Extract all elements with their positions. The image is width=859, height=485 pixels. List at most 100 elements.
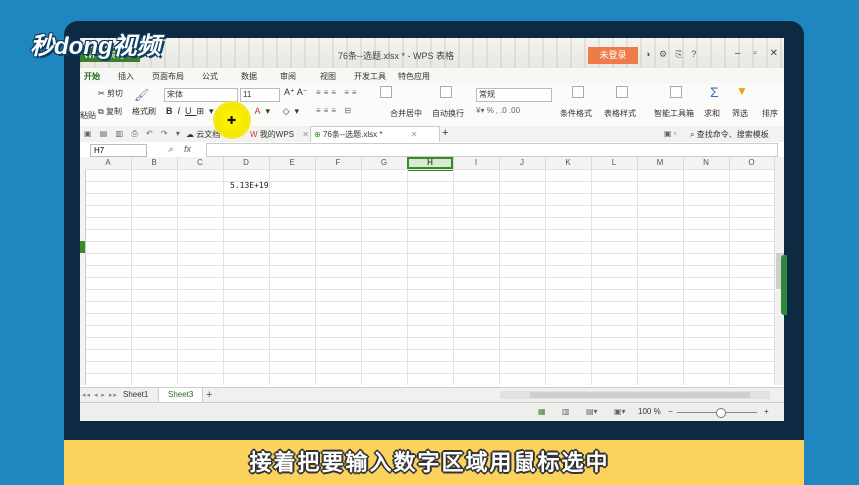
sheet-tab-sheet1[interactable]: Sheet1 (114, 388, 157, 402)
close-icon[interactable]: ✕ (302, 130, 309, 139)
close-icon[interactable]: ✕ (770, 48, 778, 59)
wrap-text-button[interactable]: 自动换行 (432, 108, 464, 119)
filter-button[interactable]: 筛选 (732, 108, 748, 119)
menu-item-page-layout[interactable]: 页面布局 (152, 71, 184, 82)
menu-item-data[interactable]: 数据 (241, 71, 257, 82)
column-header[interactable]: N (683, 157, 730, 169)
fx-icon[interactable]: fx (184, 144, 191, 154)
search-commands[interactable]: ⌕ 查找命令、搜索模板 (690, 129, 769, 140)
column-header[interactable]: I (453, 157, 500, 169)
format-painter-button[interactable]: 格式刷 (132, 106, 156, 117)
normal-view-icon[interactable]: ▦ (538, 407, 546, 416)
number-format-buttons[interactable]: ¥▾ % ‚ .0 .00 (476, 106, 520, 115)
align-buttons-2[interactable]: ≡≡≡ ⊟ (316, 106, 354, 115)
column-header[interactable]: M (637, 157, 684, 169)
login-button[interactable]: 未登录 (588, 47, 638, 64)
font-name-select[interactable]: 宋体 (164, 88, 238, 102)
quick-access-toolbar[interactable]: ▣ ▤ ▥ ⎙ ↶ ↷ ▾ (84, 129, 183, 139)
close-icon[interactable]: ✕ (411, 130, 418, 139)
copy-button[interactable]: ⧉ 复制 (98, 106, 122, 117)
menu-item-special[interactable]: 特色应用 (398, 71, 430, 82)
horizontal-scrollbar[interactable] (500, 391, 770, 399)
minimize-icon[interactable]: – (735, 48, 741, 59)
font-grow-icon[interactable]: A⁺ A⁻ (284, 87, 308, 98)
align-buttons[interactable]: ≡≡≡ ≡≡ (316, 88, 360, 97)
formula-bar: H7 ⌕ fx (80, 142, 784, 158)
formula-input[interactable] (206, 143, 778, 157)
merge-center-button[interactable]: 合并居中 (390, 108, 422, 119)
number-format-select[interactable]: 常规 (476, 88, 552, 102)
side-panel-handle[interactable] (781, 255, 787, 315)
maximize-icon[interactable]: ▫ (753, 48, 757, 59)
sort-button[interactable]: 排序 (762, 108, 778, 119)
column-header[interactable]: J (499, 157, 546, 169)
copy-label: 复制 (105, 107, 122, 116)
zoom-in-button[interactable]: + (764, 407, 769, 416)
zoom-slider-handle[interactable] (716, 408, 726, 418)
cell-area[interactable] (80, 169, 774, 385)
toolbox-icon (670, 86, 682, 98)
cut-label: 剪切 (106, 89, 123, 98)
table-style-button[interactable]: 表格样式 (604, 108, 636, 119)
skin-icon[interactable]: ◑ (645, 49, 650, 59)
column-header[interactable]: F (315, 157, 362, 169)
wrap-icon (440, 86, 452, 98)
cloud-icon: ☁ (186, 130, 194, 139)
column-header[interactable]: E (269, 157, 316, 169)
page-break-view-icon[interactable]: ▥ (562, 407, 570, 416)
column-header[interactable]: L (591, 157, 638, 169)
column-header[interactable]: D (223, 157, 270, 169)
zoom-out-button[interactable]: − (668, 407, 673, 416)
paste-button[interactable]: 粘贴 (80, 110, 96, 121)
column-header[interactable]: G (361, 157, 408, 169)
column-header[interactable]: K (545, 157, 592, 169)
add-sheet-button[interactable]: + (197, 388, 221, 402)
wps-icon: W (250, 130, 258, 139)
tab-my-wps[interactable]: W 我的WPS ✕ (250, 129, 309, 140)
tab-my-wps-label: 我的WPS (259, 130, 295, 139)
sum-icon: Σ (710, 84, 719, 100)
page-layout-view-icon[interactable]: ▤▾ (586, 407, 598, 416)
name-box[interactable]: H7 (90, 144, 147, 157)
column-header[interactable]: A (85, 157, 132, 169)
menu-item-home[interactable]: 开始 (84, 71, 100, 82)
table-style-icon (616, 86, 628, 98)
cell-d2-value[interactable]: 5.13E+19 (230, 181, 269, 190)
column-header[interactable]: B (131, 157, 178, 169)
conditional-format-button[interactable]: 条件格式 (560, 108, 592, 119)
wps-window: WPS 表格 ▾ 76条--选题.xlsx * - WPS 表格 未登录 ◑ ⚙… (80, 38, 784, 421)
zoom-level[interactable]: 100 % (638, 407, 661, 416)
sheet-grid[interactable]: A B C D E F G H I J K L M N O 5.13E+19 (80, 157, 774, 385)
share-icon[interactable]: ⎘ (676, 49, 683, 59)
zoom-icon[interactable]: ⌕ (168, 144, 173, 155)
copy-icon: ⧉ (98, 107, 104, 116)
sheet-nav-arrows[interactable]: ◂◂ ◂ ▸ ▸▸ (82, 391, 118, 399)
logo: 秒dong视频 (30, 33, 161, 60)
brush-icon: 🖌 (134, 88, 150, 102)
reading-view-icon[interactable]: ▣▾ (614, 407, 626, 416)
document-tabs: ▣ ▤ ▥ ⎙ ↶ ↷ ▾ ☁ 云文档 ✕ W 我的WPS ✕ ⊕ 76条--选… (80, 126, 784, 143)
new-tab-button[interactable]: + (442, 127, 448, 139)
row-header-selected[interactable] (80, 241, 85, 253)
smart-toolbox-button[interactable]: 智能工具箱 (654, 108, 694, 119)
document-title: 76条--选题.xlsx * - WPS 表格 (338, 51, 455, 61)
subtitle-caption: 接着把要输入数字区域用鼠标选中 (249, 450, 610, 475)
sum-button[interactable]: 求和 (704, 108, 720, 119)
menu-item-review[interactable]: 审阅 (280, 71, 296, 82)
conditional-format-icon (572, 86, 584, 98)
menu-item-insert[interactable]: 插入 (118, 71, 134, 82)
column-header[interactable]: C (177, 157, 224, 169)
settings-icon[interactable]: ⚙ (659, 49, 667, 59)
active-cell-h7[interactable] (407, 157, 453, 169)
menu-item-developer[interactable]: 开发工具 (354, 71, 386, 82)
horizontal-scroll-thumb[interactable] (530, 392, 750, 398)
menu-item-view[interactable]: 视图 (320, 71, 336, 82)
tab-current-file[interactable]: ⊕ 76条--选题.xlsx * ✕ (314, 129, 417, 140)
cut-button[interactable]: ✂ 剪切 (98, 88, 123, 99)
cell-cursor-icon: ✚ (227, 115, 237, 127)
column-header[interactable]: O (729, 157, 774, 169)
font-size-select[interactable]: 11 (240, 88, 280, 102)
menu-item-formulas[interactable]: 公式 (202, 71, 218, 82)
help-icon[interactable]: ? (691, 49, 696, 59)
window-tools[interactable]: ▣ ▫ (664, 129, 677, 138)
